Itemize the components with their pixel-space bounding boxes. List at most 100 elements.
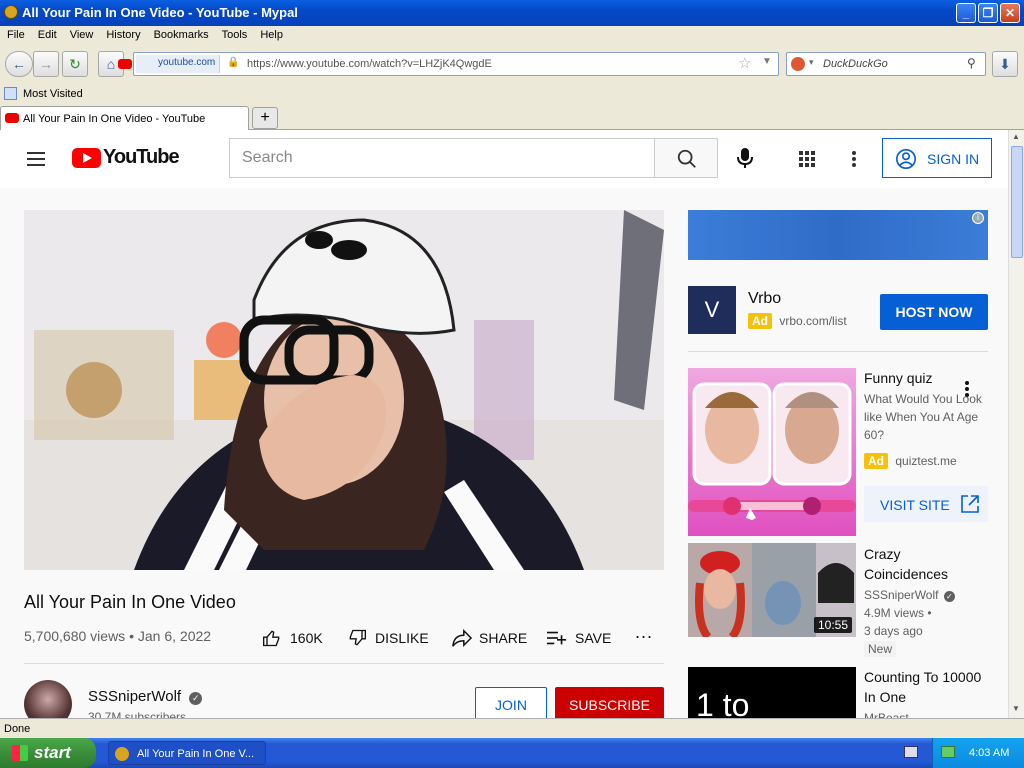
menu-file[interactable]: File bbox=[0, 26, 31, 41]
new-tab-button[interactable]: + bbox=[252, 107, 278, 129]
rec-video-thumbnail[interactable]: 10:55 bbox=[688, 543, 856, 637]
url-bar[interactable]: youtube.com 🔒 https://www.youtube.com/wa… bbox=[118, 52, 779, 76]
search-bar[interactable]: ▾ DuckDuckGo ⚲ bbox=[786, 52, 986, 76]
ad-info-icon[interactable]: i bbox=[972, 212, 984, 224]
sign-in-button[interactable]: SIGN IN bbox=[882, 138, 992, 178]
bookmark-star-icon[interactable]: ☆ bbox=[738, 54, 751, 72]
search-input[interactable]: Search bbox=[229, 138, 655, 178]
scrollbar-thumb[interactable] bbox=[1011, 146, 1023, 258]
visit-site-label: VISIT SITE bbox=[880, 497, 950, 513]
search-button[interactable] bbox=[654, 138, 718, 178]
playlist-add-icon bbox=[547, 631, 567, 645]
search-icon bbox=[677, 149, 696, 168]
video-title: All Your Pain In One Video bbox=[24, 592, 236, 612]
quiz-ad-thumbnail[interactable] bbox=[688, 368, 856, 536]
forward-button[interactable]: → bbox=[33, 51, 59, 77]
join-button[interactable]: JOIN bbox=[475, 687, 547, 718]
taskbar-item-label: All Your Pain In One V... bbox=[137, 748, 255, 760]
account-icon bbox=[896, 149, 916, 169]
url-dropdown-icon[interactable]: ▼ bbox=[762, 56, 772, 67]
rec-video-thumbnail-2[interactable]: 1 to 10,000 bbox=[688, 667, 856, 718]
magnifier-icon[interactable]: ⚲ bbox=[967, 56, 976, 70]
most-visited-link[interactable]: Most Visited bbox=[23, 88, 83, 100]
quiz-ad-meta: Ad quiztest.me bbox=[864, 453, 957, 469]
window-title: All Your Pain In One Video - YouTube - M… bbox=[22, 5, 298, 20]
settings-more-icon[interactable] bbox=[851, 150, 857, 168]
youtube-logo-text[interactable]: YouTube bbox=[103, 146, 180, 169]
reload-button[interactable]: ↻ bbox=[62, 51, 88, 77]
channel-name[interactable]: SSSniperWolf ✓ bbox=[88, 688, 203, 705]
taskbar-item-browser[interactable]: All Your Pain In One V... bbox=[108, 741, 266, 765]
scroll-down-icon[interactable]: ▼ bbox=[1012, 704, 1020, 713]
ad-banner[interactable]: i bbox=[688, 210, 988, 260]
home-icon: ⌂ bbox=[106, 56, 116, 72]
subscriber-count: 30.7M subscribers bbox=[88, 710, 187, 718]
rec-video-title[interactable]: Crazy Coincidences bbox=[864, 544, 988, 584]
forward-arrow-icon: → bbox=[39, 56, 53, 72]
vrbo-logo[interactable]: V bbox=[688, 286, 736, 334]
view-count: 5,700,680 views bbox=[24, 628, 126, 644]
menu-view[interactable]: View bbox=[63, 26, 100, 41]
search-engine-placeholder: DuckDuckGo bbox=[823, 58, 888, 70]
tab-label: All Your Pain In One Video - YouTube bbox=[23, 113, 206, 125]
tab-active[interactable]: All Your Pain In One Video - YouTube bbox=[0, 106, 249, 130]
browser-taskbar-icon bbox=[115, 747, 129, 761]
status-text: Done bbox=[4, 723, 31, 735]
start-button[interactable]: start bbox=[0, 738, 96, 768]
rec-channel[interactable]: SSSniperWolf ✓ bbox=[864, 586, 988, 604]
rec2-thumb-text: 1 to 10,000 bbox=[696, 687, 750, 718]
menu-tools[interactable]: Tools bbox=[215, 26, 254, 41]
site-identity[interactable]: youtube.com bbox=[118, 55, 221, 73]
downloads-button[interactable]: ⬇ bbox=[992, 51, 1018, 77]
windows-logo-icon bbox=[12, 745, 28, 761]
youtube-header: YouTube Search SIGN IN bbox=[0, 130, 1008, 188]
reload-icon: ↻ bbox=[69, 56, 81, 72]
channel-avatar[interactable] bbox=[24, 680, 72, 718]
minimize-button[interactable]: _ bbox=[956, 3, 976, 23]
browser-app-icon bbox=[4, 5, 18, 19]
microphone-icon[interactable] bbox=[735, 147, 755, 169]
rec-video-title-2[interactable]: Counting To 10000 In One bbox=[864, 667, 988, 707]
apps-grid-icon[interactable] bbox=[798, 150, 816, 168]
thumbs-up-icon bbox=[263, 630, 280, 647]
window-title-bar: All Your Pain In One Video - YouTube - M… bbox=[0, 0, 1024, 26]
ad-badge: Ad bbox=[864, 453, 888, 469]
share-icon bbox=[452, 628, 473, 648]
youtube-favicon-icon bbox=[5, 113, 19, 123]
rec-channel-2[interactable]: MrBeast bbox=[864, 709, 988, 718]
close-button[interactable]: ✕ bbox=[1000, 3, 1020, 23]
visit-site-button[interactable]: VISIT SITE bbox=[864, 486, 988, 522]
menu-edit[interactable]: Edit bbox=[31, 26, 63, 41]
new-badge: New bbox=[864, 641, 897, 657]
video-frame-image bbox=[24, 210, 664, 570]
section-divider bbox=[688, 351, 988, 352]
page-scrollbar[interactable]: ▲ ▼ bbox=[1008, 130, 1024, 718]
menu-bookmarks[interactable]: Bookmarks bbox=[147, 26, 215, 41]
maximize-button[interactable]: ❐ bbox=[978, 3, 998, 23]
video-player[interactable] bbox=[24, 210, 664, 570]
menu-help[interactable]: Help bbox=[253, 26, 289, 41]
external-link-icon bbox=[961, 495, 979, 513]
most-visited-icon bbox=[4, 87, 17, 100]
scroll-up-icon[interactable]: ▲ bbox=[1012, 132, 1020, 141]
system-tray: 4:03 AM bbox=[932, 738, 1024, 768]
sign-in-label: SIGN IN bbox=[927, 151, 980, 167]
network-tray-icon[interactable] bbox=[941, 746, 955, 758]
dislike-label: DISLIKE bbox=[375, 630, 429, 646]
video-meta: 5,700,680 views • Jan 6, 2022 bbox=[24, 628, 211, 644]
menu-history[interactable]: History bbox=[99, 26, 146, 41]
engine-dropdown-icon[interactable]: ▾ bbox=[809, 57, 814, 68]
youtube-logo-icon[interactable] bbox=[72, 148, 101, 168]
clock[interactable]: 4:03 AM bbox=[969, 747, 1009, 759]
ad-badge: Ad bbox=[748, 313, 772, 329]
duckduckgo-icon bbox=[791, 57, 805, 71]
subscribe-button[interactable]: SUBSCRIBE bbox=[555, 687, 664, 718]
youtube-favicon-icon bbox=[118, 59, 132, 69]
rec-channel-name: SSSniperWolf bbox=[864, 588, 939, 602]
back-button[interactable]: ← bbox=[5, 51, 33, 77]
keyboard-tray-icon[interactable] bbox=[904, 746, 918, 758]
host-now-button[interactable]: HOST NOW bbox=[880, 294, 988, 330]
menu-hamburger-icon[interactable] bbox=[27, 152, 45, 170]
url-text: https://www.youtube.com/watch?v=LHZjK4Qw… bbox=[247, 58, 492, 70]
more-actions-icon[interactable]: ... bbox=[635, 622, 653, 643]
